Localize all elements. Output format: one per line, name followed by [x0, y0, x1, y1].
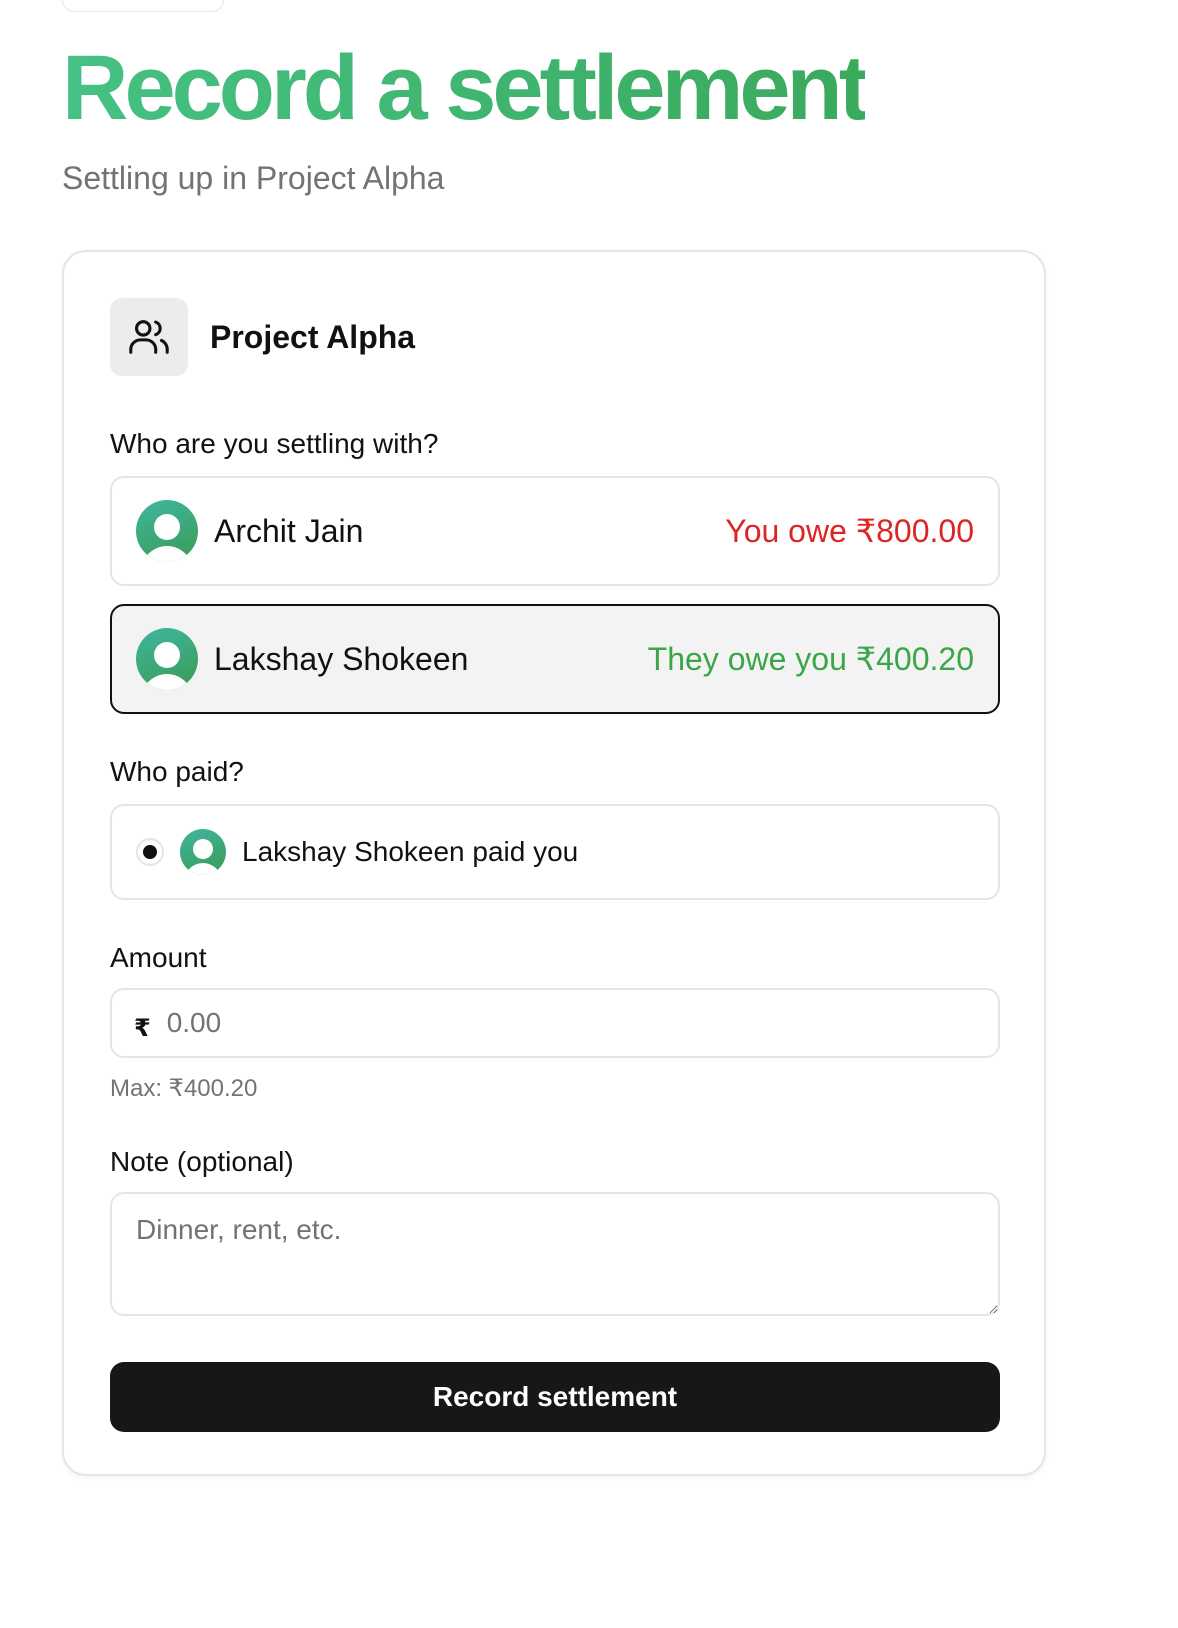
- payer-radio[interactable]: [136, 838, 164, 866]
- avatar-icon: [180, 829, 226, 875]
- payer-option[interactable]: Lakshay Shokeen paid you: [110, 804, 1000, 900]
- settle-option-name: Lakshay Shokeen: [214, 640, 469, 677]
- top-back-button-fragment[interactable]: [62, 0, 224, 12]
- group-name: Project Alpha: [210, 318, 416, 355]
- page-title: Record a settlement: [62, 37, 869, 139]
- payer-option-text: Lakshay Shokeen paid you: [242, 836, 579, 867]
- page-subtitle: Settling up in Project Alpha: [62, 160, 445, 196]
- avatar-icon: [136, 500, 198, 562]
- rupee-icon: ₹: [134, 1014, 151, 1042]
- record-settlement-button[interactable]: Record settlement: [110, 1362, 1000, 1432]
- note-textarea[interactable]: [110, 1192, 1000, 1316]
- settle-option-archit-jain[interactable]: Archit Jain You owe ₹800.00: [110, 476, 1000, 586]
- settle-with-label: Who are you settling with?: [110, 428, 439, 459]
- amount-max-hint: Max: ₹400.20: [110, 1075, 258, 1102]
- settle-option-balance: They owe you ₹400.20: [647, 641, 974, 677]
- who-paid-label: Who paid?: [110, 756, 244, 787]
- users-icon: [110, 298, 188, 376]
- settle-option-name: Archit Jain: [214, 512, 364, 549]
- amount-input[interactable]: [164, 1006, 976, 1040]
- settle-option-balance: You owe ₹800.00: [725, 513, 974, 549]
- avatar-icon: [136, 628, 198, 690]
- settle-option-lakshay-shokeen[interactable]: Lakshay Shokeen They owe you ₹400.20: [110, 604, 1000, 714]
- settlement-form-card: Project Alpha Who are you settling with?…: [62, 250, 1046, 1476]
- amount-field[interactable]: ₹: [110, 988, 1000, 1058]
- note-label: Note (optional): [110, 1146, 294, 1177]
- amount-label: Amount: [110, 942, 207, 973]
- group-header: Project Alpha: [110, 298, 415, 376]
